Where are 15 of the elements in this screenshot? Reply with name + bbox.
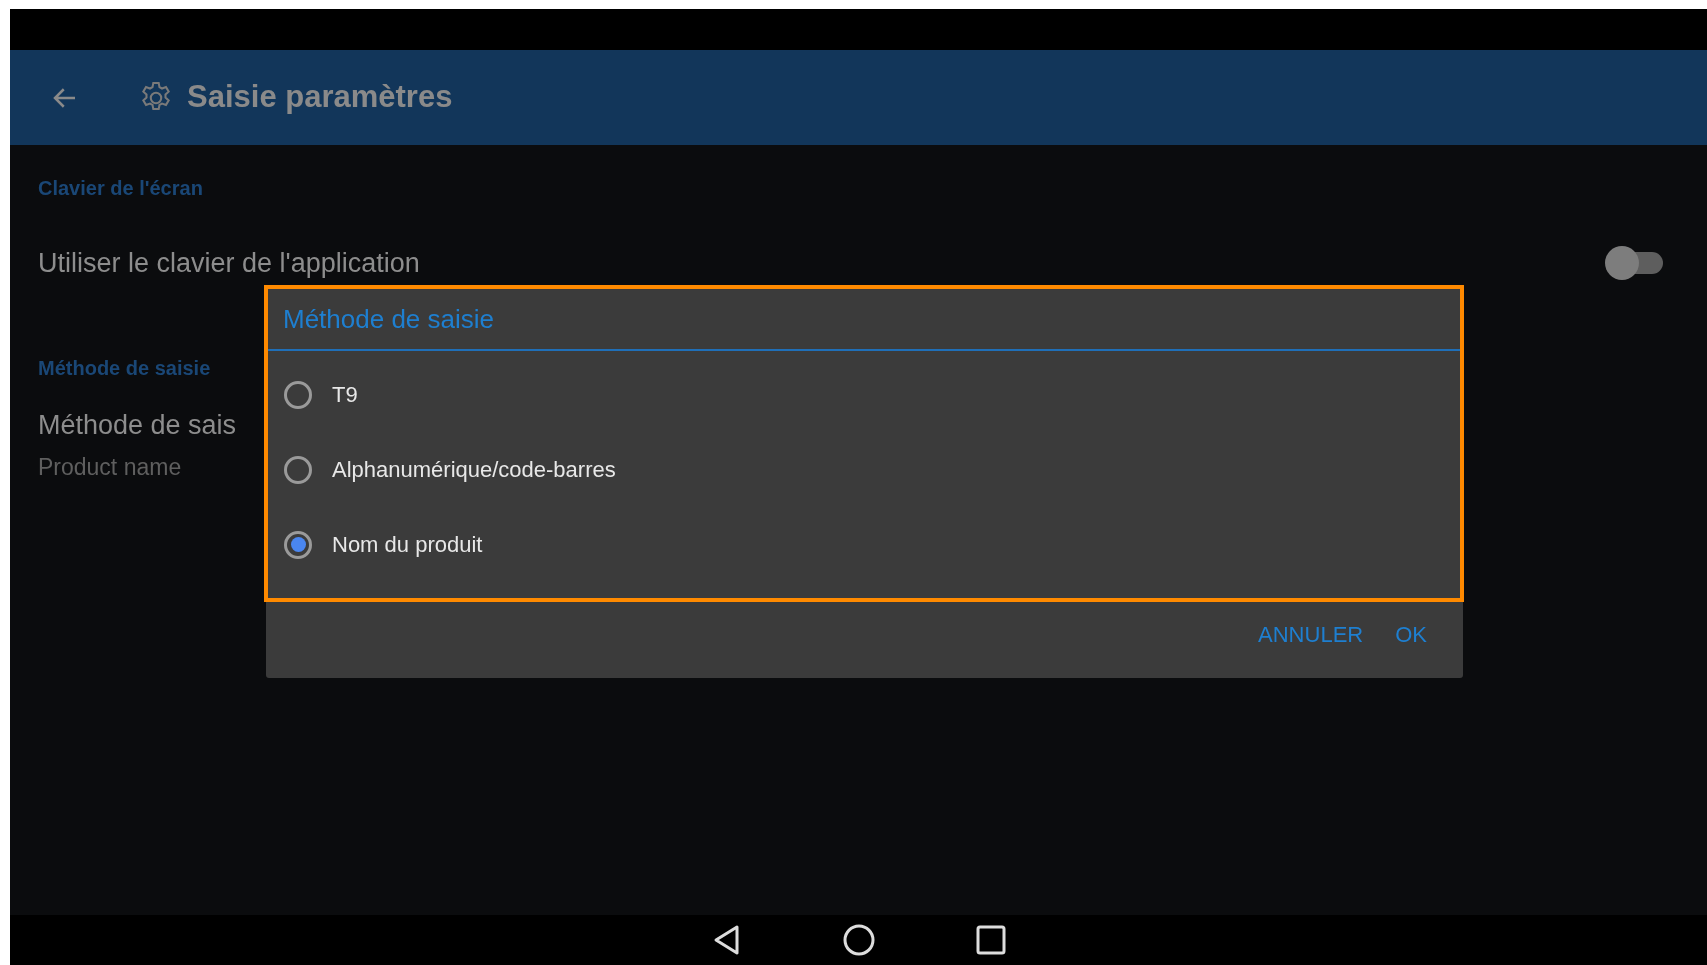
home-nav-icon[interactable] (841, 923, 876, 957)
radio-button[interactable] (284, 530, 312, 559)
section-header: Clavier de l'écran (38, 176, 204, 197)
screen-title: Saisie paramètres (187, 78, 453, 117)
radio-button[interactable] (284, 380, 312, 409)
radio-button[interactable] (284, 455, 312, 484)
radio-option[interactable]: Alphanumérique/code-barres (268, 432, 1460, 507)
setting-title: Utiliser le clavier de l'application (38, 246, 420, 280)
radio-option[interactable]: T9 (268, 357, 1460, 432)
setting-title: Méthode de sais (38, 409, 237, 442)
dialog-title: Méthode de saisie (283, 302, 495, 336)
setting-summary: Product name (38, 452, 182, 482)
section-header: Méthode de saisie (38, 356, 212, 377)
radio-option[interactable]: Nom du produit (268, 507, 1460, 582)
recents-nav-icon[interactable] (975, 925, 1006, 955)
